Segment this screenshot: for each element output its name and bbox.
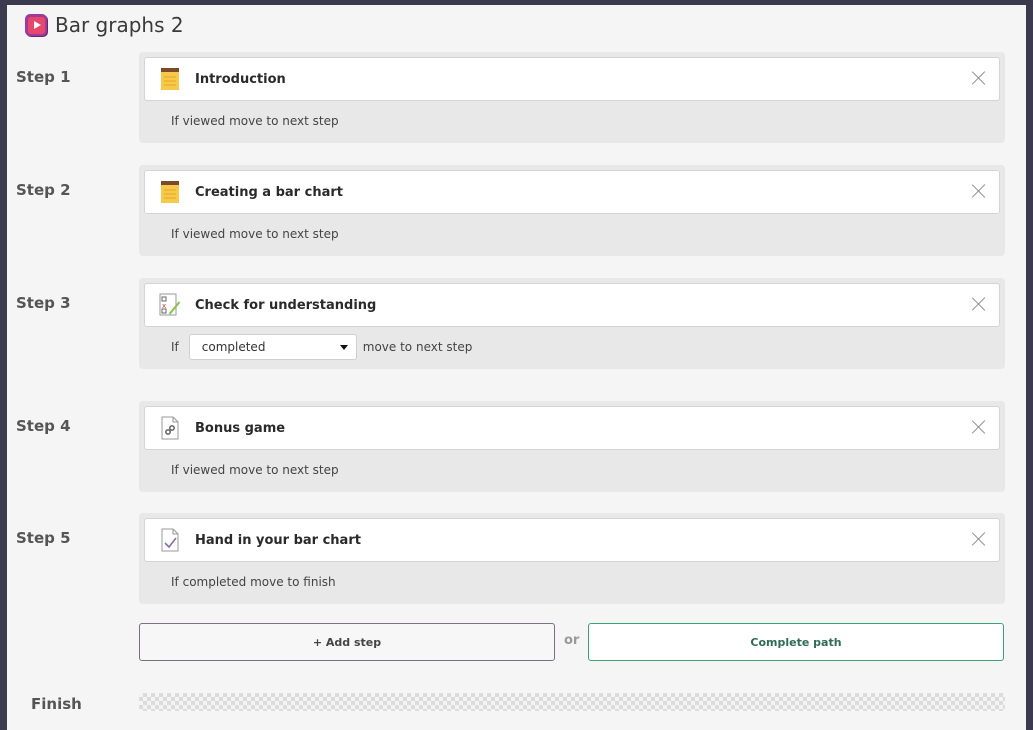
condition-prefix: If (171, 463, 179, 477)
step-4-condition: If viewed move to next step (171, 463, 339, 477)
condition-action: move to next step (229, 114, 339, 128)
step-1-box: Introduction If viewed move to next step (139, 52, 1005, 143)
step-2-close-icon[interactable] (969, 181, 989, 201)
step-1-label: Step 1 (16, 68, 71, 86)
finish-placeholder (139, 693, 1005, 711)
or-separator: or (564, 633, 580, 648)
step-4-box: Bonus game If viewed move to next step (139, 401, 1005, 492)
condition-prefix: If (171, 114, 179, 128)
learning-path-panel: Bar graphs 2 Step 1 Introduction If view… (7, 5, 1026, 730)
step-2-title: Creating a bar chart (195, 184, 343, 200)
step-2-condition: If viewed move to next step (171, 227, 339, 241)
caret-down-icon (339, 344, 348, 350)
condition-value: viewed (182, 463, 226, 477)
step-5-close-icon[interactable] (969, 529, 989, 549)
step-5-card[interactable]: Hand in your bar chart (144, 518, 1000, 562)
condition-prefix: If (171, 227, 179, 241)
step-4-close-icon[interactable] (969, 417, 989, 437)
step-4-label: Step 4 (16, 417, 71, 435)
condition-action: move to next step (362, 340, 473, 354)
notepad-icon (159, 66, 181, 92)
step-5-title: Hand in your bar chart (195, 532, 361, 548)
checked-document-icon (159, 527, 181, 553)
path-header: Bar graphs 2 (25, 13, 184, 37)
condition-action: move to next step (229, 227, 339, 241)
step-5-label: Step 5 (16, 529, 71, 547)
step-3-box: x Check for understanding If completed m… (139, 278, 1005, 369)
step-3-close-icon[interactable] (969, 294, 989, 314)
step-2-box: Creating a bar chart If viewed move to n… (139, 165, 1005, 256)
condition-prefix: If (171, 575, 179, 589)
link-document-icon (159, 415, 181, 441)
step-1-close-icon[interactable] (969, 68, 989, 88)
finish-label: Finish (31, 695, 82, 713)
complete-path-button[interactable]: Complete path (588, 623, 1004, 661)
step-4-card[interactable]: Bonus game (144, 406, 1000, 450)
step-2-label: Step 2 (16, 181, 71, 199)
step-1-condition: If viewed move to next step (171, 114, 339, 128)
condition-value: viewed (182, 227, 226, 241)
condition-action: move to finish (250, 575, 336, 589)
step-3-label: Step 3 (16, 294, 71, 312)
checklist-icon: x (159, 292, 181, 318)
add-step-button[interactable]: + Add step (139, 623, 555, 661)
condition-value: completed (182, 575, 247, 589)
step-3-condition: If completed move to next step (171, 334, 472, 360)
dropdown-value: completed (201, 340, 266, 354)
step-4-title: Bonus game (195, 420, 286, 436)
page-title: Bar graphs 2 (55, 13, 184, 37)
condition-prefix: If (171, 340, 179, 354)
notepad-icon (159, 179, 181, 205)
condition-dropdown[interactable]: completed (188, 334, 357, 360)
step-5-condition: If completed move to finish (171, 575, 336, 589)
step-5-box: Hand in your bar chart If completed move… (139, 513, 1005, 604)
step-3-title: Check for understanding (195, 297, 377, 313)
condition-action: move to next step (229, 463, 339, 477)
step-3-card[interactable]: x Check for understanding (144, 283, 1000, 327)
condition-value: viewed (182, 114, 226, 128)
step-1-card[interactable]: Introduction (144, 57, 1000, 101)
step-1-title: Introduction (195, 71, 286, 87)
play-icon (25, 14, 47, 36)
step-2-card[interactable]: Creating a bar chart (144, 170, 1000, 214)
